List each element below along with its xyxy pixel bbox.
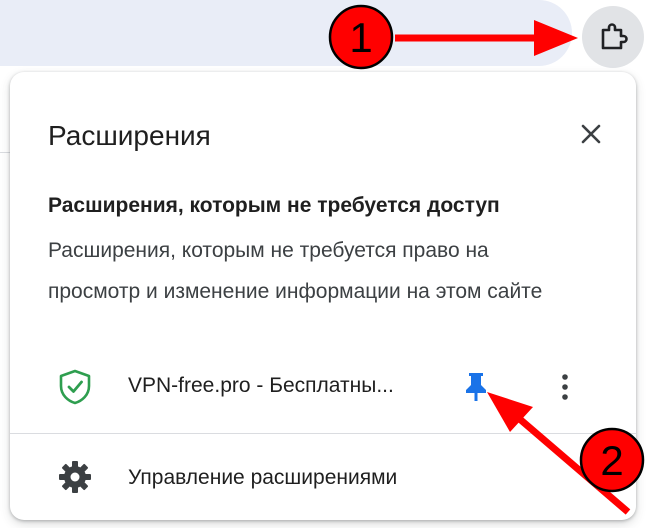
shield-icon	[59, 369, 91, 405]
address-bar-strip[interactable]	[0, 0, 572, 66]
puzzle-icon	[601, 23, 628, 50]
extensions-popup: Расширения Расширения, которым не требуе…	[10, 72, 636, 520]
close-button[interactable]	[576, 119, 606, 149]
extension-name: VPN-free.pro - Бесплатны...	[128, 374, 394, 397]
close-icon	[581, 124, 601, 144]
manage-extensions-label: Управление расширениями	[128, 466, 398, 489]
popup-title: Расширения	[48, 120, 211, 151]
extension-item[interactable]: VPN-free.pro - Бесплатны...	[10, 356, 636, 414]
extensions-toolbar-button[interactable]	[582, 6, 644, 68]
pin-icon	[466, 373, 486, 401]
pin-button[interactable]	[458, 368, 494, 406]
toolbar-divider	[0, 152, 10, 153]
more-vert-icon	[562, 374, 568, 400]
manage-extensions-item[interactable]: Управление расширениями	[10, 452, 636, 502]
more-options-button[interactable]	[550, 368, 580, 406]
section-description: Расширения, которым не требуется право н…	[48, 239, 543, 303]
gear-icon	[59, 461, 91, 493]
divider	[10, 433, 636, 434]
section-heading: Расширения, которым не требуется доступ	[48, 194, 500, 217]
